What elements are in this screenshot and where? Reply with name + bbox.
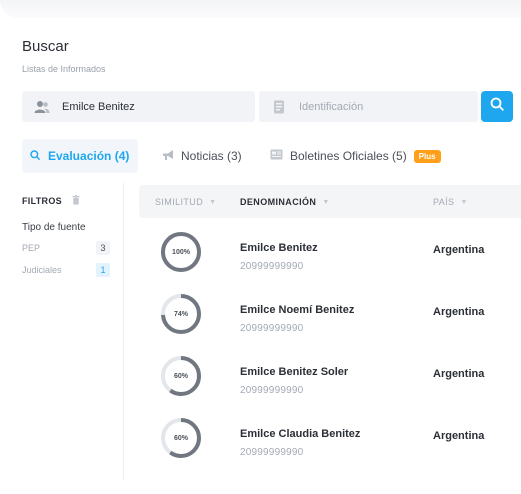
top-bar	[0, 0, 521, 18]
table-row[interactable]: 100% Emilce Benitez 20999999990 Argentin…	[139, 230, 521, 292]
tab-noticias[interactable]: Noticias (3)	[162, 139, 242, 173]
similarity-percent: 100%	[172, 248, 190, 256]
name-field[interactable]	[22, 91, 255, 122]
table-row[interactable]: 74% Emilce Noemí Benitez 20999999990 Arg…	[139, 292, 521, 354]
column-denominacion[interactable]: DENOMINACIÓN ▼	[240, 197, 330, 207]
divider	[123, 183, 124, 480]
filter-option-judiciales[interactable]: Judiciales 1	[22, 263, 110, 277]
filter-option-label: PEP	[22, 243, 41, 253]
id-input[interactable]	[297, 99, 461, 114]
similarity-ring: 60%	[159, 416, 203, 460]
sort-icon: ▼	[460, 198, 468, 206]
result-country: Argentina	[433, 306, 485, 318]
filters-title: FILTROS	[22, 196, 62, 206]
tab-boletines[interactable]: Boletines Oficiales (5) Plus	[270, 139, 441, 173]
table-row[interactable]: 60% Emilce Claudia Benitez 20999999990 A…	[139, 416, 521, 478]
filters-header: FILTROS	[22, 195, 112, 207]
filter-option-label: Judiciales	[22, 265, 62, 275]
similarity-percent: 60%	[173, 372, 188, 380]
filter-count: 1	[96, 263, 110, 277]
similarity-percent: 74%	[173, 310, 188, 318]
tab-label: Boletines Oficiales (5)	[290, 149, 407, 163]
plus-badge: Plus	[413, 149, 441, 163]
result-name: Emilce Noemí Benitez	[240, 304, 355, 316]
search-icon	[490, 97, 504, 116]
filter-type-label: Tipo de fuente	[22, 222, 86, 233]
sort-icon: ▼	[322, 198, 330, 206]
result-id: 20999999990	[240, 323, 304, 334]
similarity-percent: 60%	[173, 434, 188, 442]
tab-label: Evaluación (4)	[48, 149, 130, 163]
trash-icon[interactable]	[72, 195, 80, 207]
result-name: Emilce Benitez	[240, 242, 318, 254]
result-id: 20999999990	[240, 385, 304, 396]
tab-evaluacion[interactable]: Evaluación (4)	[22, 139, 138, 173]
search-button[interactable]	[481, 91, 513, 122]
page-title: Buscar	[22, 38, 69, 55]
result-country: Argentina	[433, 244, 485, 256]
megaphone-icon	[162, 149, 175, 164]
filter-option-pep[interactable]: PEP 3	[22, 241, 110, 255]
id-card-icon	[271, 99, 287, 115]
result-id: 20999999990	[240, 447, 304, 458]
newspaper-icon	[270, 149, 283, 163]
id-field[interactable]	[259, 91, 478, 122]
page-subtitle: Listas de Informados	[22, 64, 106, 74]
results-table-header: SIMILITUD ▼ DENOMINACIÓN ▼ PAÍS ▼	[139, 185, 521, 218]
result-name: Emilce Benitez Soler	[240, 366, 349, 378]
result-country: Argentina	[433, 368, 485, 380]
sort-icon: ▼	[209, 198, 217, 206]
users-icon	[34, 99, 50, 115]
column-label: PAÍS	[433, 197, 455, 207]
similarity-ring: 74%	[159, 292, 203, 336]
similarity-ring: 100%	[159, 230, 203, 274]
result-name: Emilce Claudia Benitez	[240, 428, 361, 440]
filter-count: 3	[96, 241, 110, 255]
similarity-ring: 60%	[159, 354, 203, 398]
filters-panel: FILTROS Tipo de fuente PEP 3 Judiciales …	[22, 195, 112, 277]
column-similitud[interactable]: SIMILITUD ▼	[155, 197, 216, 207]
result-id: 20999999990	[240, 261, 304, 272]
column-label: DENOMINACIÓN	[240, 197, 317, 207]
tab-label: Noticias (3)	[181, 149, 242, 163]
column-label: SIMILITUD	[155, 197, 204, 207]
result-country: Argentina	[433, 430, 485, 442]
table-row[interactable]: 60% Emilce Benitez Soler 20999999990 Arg…	[139, 354, 521, 416]
column-pais[interactable]: PAÍS ▼	[433, 197, 468, 207]
search-icon	[30, 149, 40, 163]
name-input[interactable]	[60, 99, 224, 114]
